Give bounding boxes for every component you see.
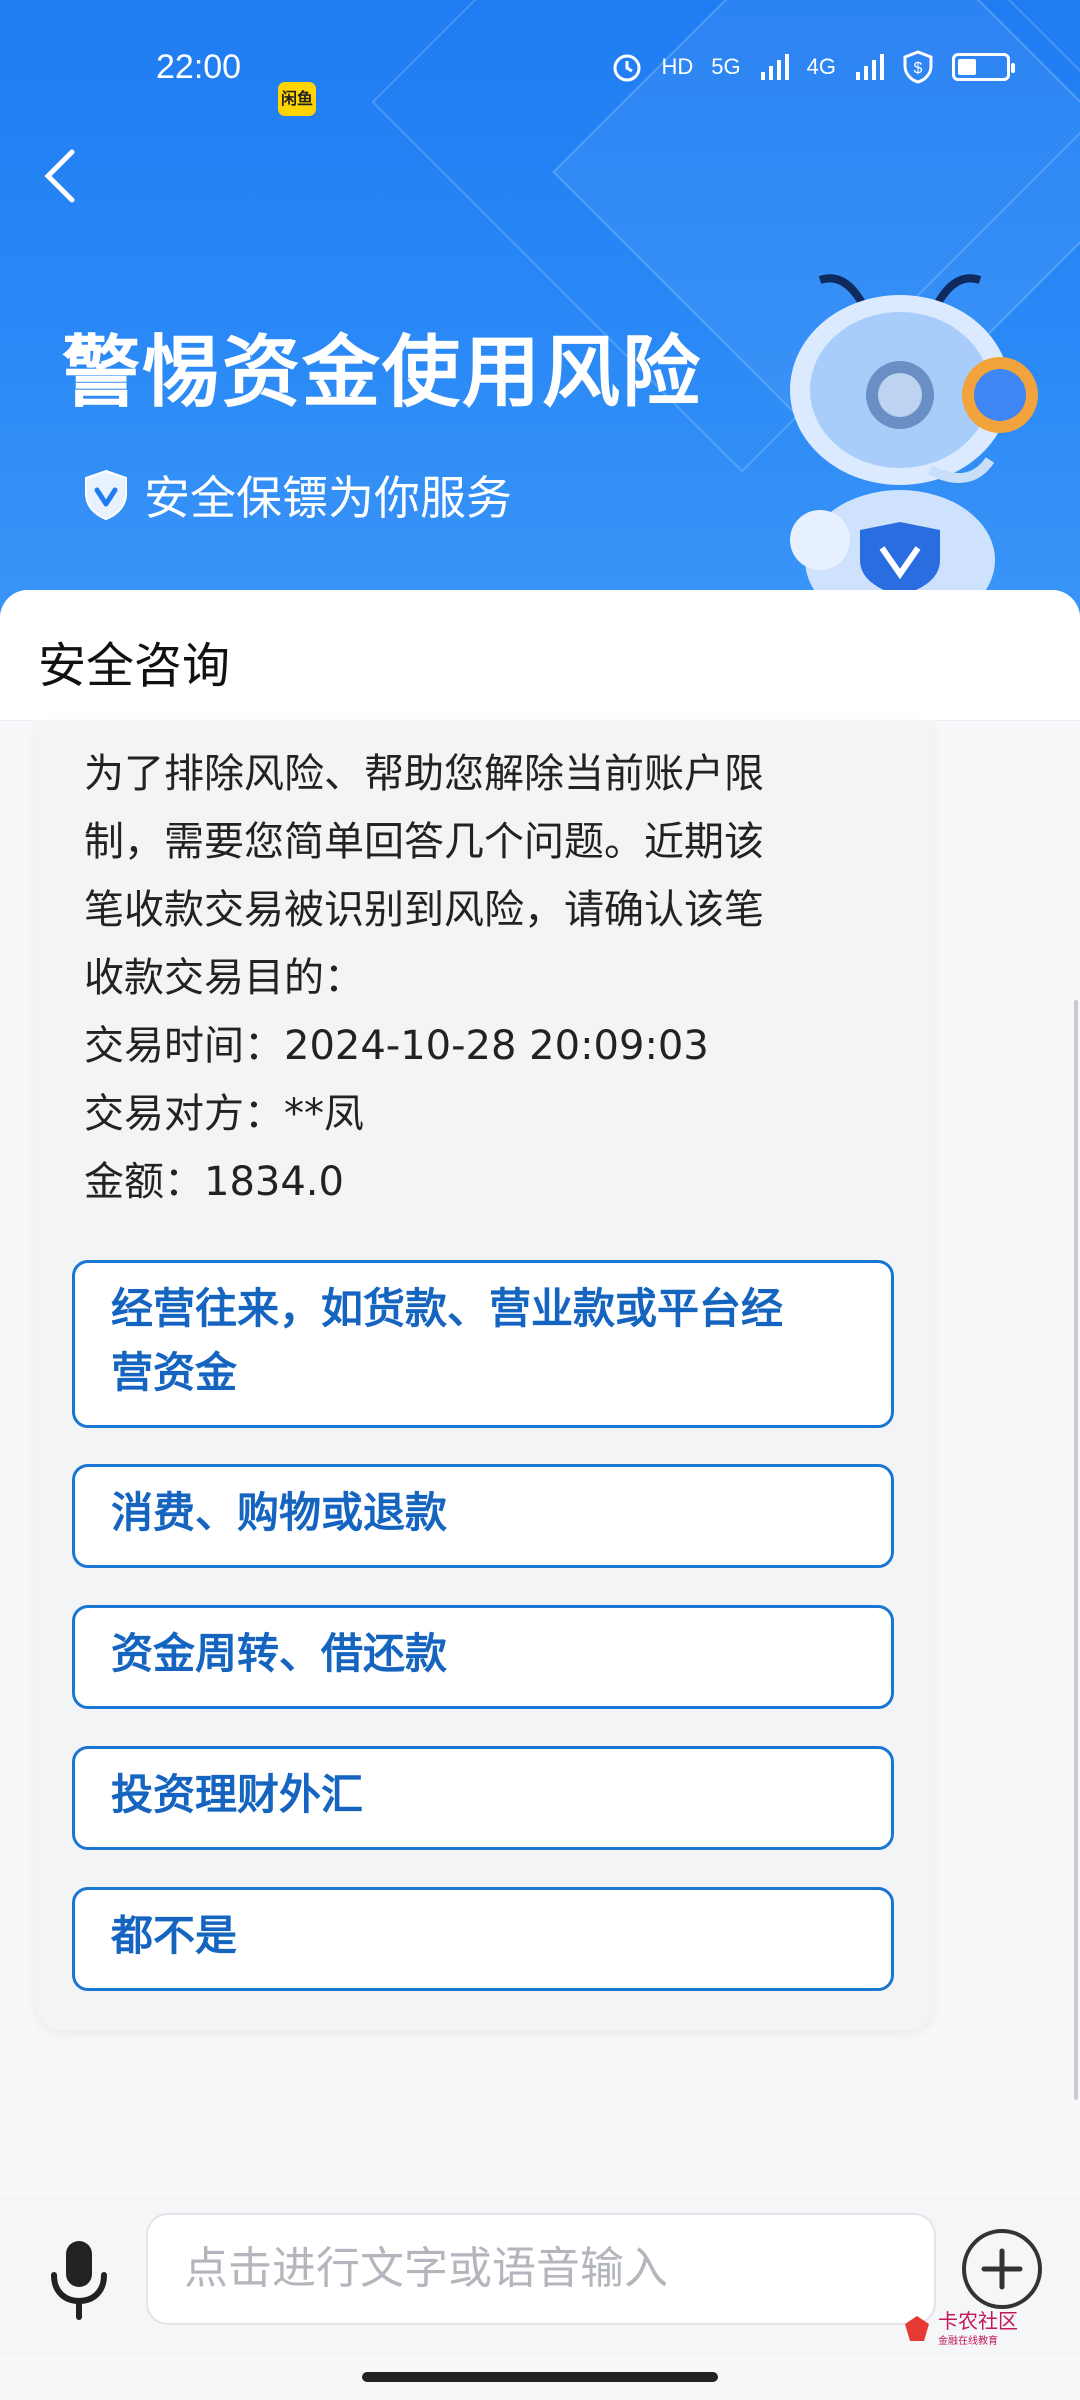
- message-line: 制，需要您简单回答几个问题。近期该: [84, 819, 764, 865]
- watermark-logo-icon: [905, 2315, 929, 2341]
- battery-icon: [952, 53, 1015, 81]
- battery-level: [958, 59, 977, 75]
- signal-icon: [760, 54, 789, 80]
- option-label: 营资金: [111, 1348, 238, 1397]
- scrollbar[interactable]: [1074, 1000, 1078, 2100]
- add-button[interactable]: [962, 2229, 1042, 2309]
- network-5g-icon: 5G: [711, 54, 741, 79]
- watermark-subtext: 金融在线教育: [938, 2336, 998, 2347]
- page-title: 警惕资金使用风险: [62, 328, 703, 418]
- plus-icon: [981, 2248, 1023, 2290]
- back-button[interactable]: [30, 145, 90, 225]
- transaction-party: 交易对方：**凤: [84, 1091, 364, 1137]
- status-icons: HD 5G 4G $: [610, 50, 1015, 84]
- shield-check-icon: [85, 469, 127, 521]
- transaction-time: 交易时间：2024-10-28 20:09:03: [84, 1023, 709, 1069]
- panel-header: 安全咨询: [0, 590, 1080, 721]
- option-label: 投资理财外汇: [111, 1770, 364, 1819]
- message-line: 收款交易目的：: [84, 955, 364, 1001]
- message-card: 为了排除风险、帮助您解除当前账户限 制，需要您简单回答几个问题。近期该 笔收款交…: [36, 720, 934, 2030]
- shield-dollar-icon: $: [903, 50, 933, 84]
- home-indicator[interactable]: [362, 2372, 718, 2382]
- chat-input[interactable]: 点击进行文字或语音输入: [146, 2213, 936, 2325]
- robot-mascot-icon: [790, 274, 1038, 620]
- option-label: 消费、购物或退款: [111, 1488, 448, 1537]
- option-none-button[interactable]: 都不是: [72, 1887, 894, 1991]
- subtitle: 安全保镖为你服务: [144, 471, 512, 525]
- transaction-amount: 金额：1834.0: [84, 1159, 344, 1205]
- app-badge-icon: 闲鱼: [278, 82, 316, 116]
- message-line: 笔收款交易被识别到风险，请确认该笔: [84, 887, 764, 933]
- chevron-left-icon: [44, 149, 75, 203]
- option-label: 经营往来，如货款、营业款或平台经: [111, 1284, 784, 1333]
- network-4g-icon: 4G: [806, 54, 836, 79]
- watermark: 卡农社区 金融在线教育: [902, 2310, 1018, 2347]
- option-consumption-button[interactable]: 消费、购物或退款: [72, 1464, 894, 1568]
- status-bar: 22:00 闲鱼 HD 5G 4G $: [0, 30, 1080, 116]
- option-label: 都不是: [111, 1911, 238, 1960]
- watermark-text: 卡农社区: [938, 2309, 1018, 2333]
- microphone-icon[interactable]: [44, 2235, 114, 2323]
- signal-icon: [856, 54, 884, 80]
- alarm-icon: [613, 54, 640, 82]
- option-business-button[interactable]: 经营往来，如货款、营业款或平台经 营资金: [72, 1260, 894, 1428]
- subtitle-row: 安全保镖为你服务: [82, 462, 512, 528]
- consult-panel: 安全咨询 为了排除风险、帮助您解除当前账户限 制，需要您简单回答几个问题。近期该…: [0, 590, 1080, 2400]
- status-time: 22:00: [156, 48, 242, 86]
- message-text: 为了排除风险、帮助您解除当前账户限 制，需要您简单回答几个问题。近期该 笔收款交…: [84, 740, 904, 1216]
- option-investment-button[interactable]: 投资理财外汇: [72, 1746, 894, 1850]
- header-banner: 22:00 闲鱼 HD 5G 4G $ 警惕资金使用风险 安全保镖为你服务: [0, 0, 1080, 620]
- svg-text:$: $: [914, 60, 923, 77]
- message-line: 为了排除风险、帮助您解除当前账户限: [84, 751, 764, 797]
- option-label: 资金周转、借还款: [111, 1629, 448, 1678]
- panel-title: 安全咨询: [38, 638, 231, 694]
- option-loan-button[interactable]: 资金周转、借还款: [72, 1605, 894, 1709]
- hd-icon: HD: [661, 54, 694, 79]
